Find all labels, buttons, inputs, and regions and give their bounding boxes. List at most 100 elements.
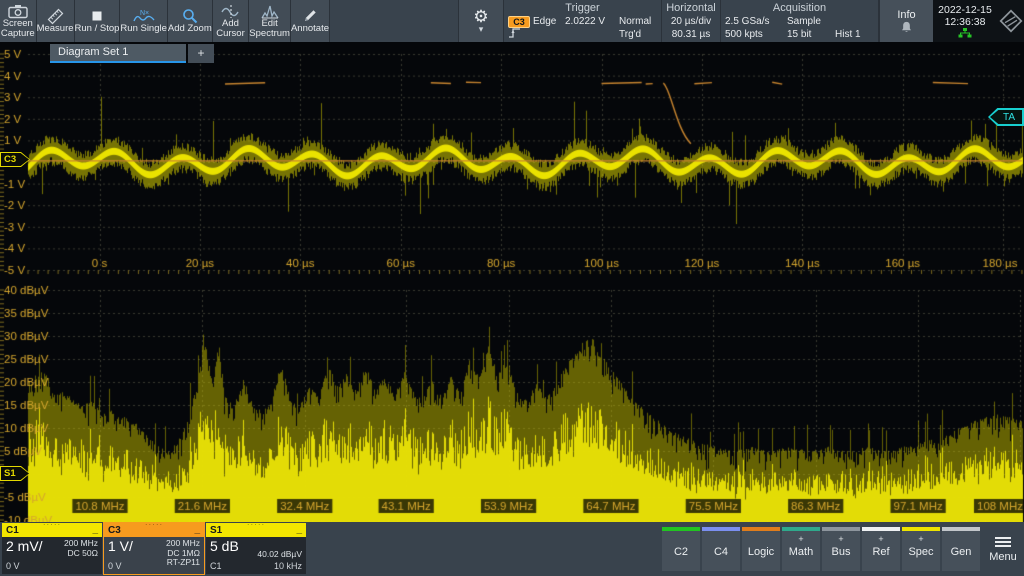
channel-color-strip: [902, 527, 940, 531]
time-text: 12:36:38: [945, 16, 986, 28]
toolbar-button-label: Add Zoom: [168, 24, 212, 34]
acquisition-rate: 2.5 GSa/s: [725, 16, 787, 27]
s1-rbw: 10 kHz: [274, 561, 302, 571]
trigger-title: Trigger: [508, 2, 657, 15]
trigger-position-marker[interactable]: TA: [988, 108, 1024, 126]
channel-button-label: Math: [789, 546, 813, 558]
drag-handle-dots: ·····: [2, 520, 102, 529]
ruler-icon: [47, 8, 64, 24]
plus-icon: +: [918, 534, 923, 544]
info-label: Info: [897, 9, 915, 21]
annotate-button[interactable]: Annotate: [291, 0, 330, 42]
channel-button-label: Spec: [908, 546, 933, 558]
header-bar: ScreenCaptureMeasureRun / StopN×Run Sing…: [0, 0, 1024, 42]
horizontal-panel[interactable]: Horizontal 20 µs/div 80.31 µs: [662, 0, 721, 42]
run-stop-button[interactable]: Run / Stop: [75, 0, 121, 42]
acquisition-title: Acquisition: [725, 2, 874, 15]
rising-edge-icon: [508, 27, 533, 42]
channel-color-strip: [742, 527, 780, 531]
add-math-button[interactable]: + Math: [782, 527, 820, 571]
channel-button-label: Ref: [872, 546, 889, 558]
channel-color-strip: [862, 527, 900, 531]
tab-diagram-set-1[interactable]: Diagram Set 1: [50, 44, 186, 63]
channel-button-label: C2: [674, 546, 688, 558]
add-gen-button[interactable]: Gen: [942, 527, 980, 571]
cursor-wave-icon: [221, 3, 241, 19]
magnifier-icon: [182, 8, 198, 24]
channel-color-strip: [782, 527, 820, 531]
trigger-level: 2.0222 V: [565, 16, 619, 27]
channel-buttons: C2C4Logic+Math+Bus+Ref+SpecGen: [662, 527, 980, 571]
channel-c3-marker[interactable]: C3: [0, 152, 30, 167]
add-spec-button[interactable]: + Spec: [902, 527, 940, 571]
time-domain-plot[interactable]: [0, 42, 1024, 281]
pencil-icon: [302, 8, 318, 24]
channel-box-c3[interactable]: ····· C3 _ 1 V/ 200 MHz DC 1MΩ RT-ZP11 0…: [104, 523, 204, 574]
date-text: 2022-12-15: [938, 4, 992, 16]
screen-capture-button[interactable]: ScreenCapture: [0, 0, 37, 42]
add-c2-button[interactable]: C2: [662, 527, 700, 571]
camera-icon: [8, 3, 28, 19]
info-button[interactable]: Info: [879, 0, 933, 42]
channel-button-label: Gen: [951, 546, 972, 558]
settings-button[interactable]: ⚙ ▾: [458, 0, 504, 42]
measure-button[interactable]: Measure: [37, 0, 75, 42]
acquisition-history: Hist 1: [835, 29, 874, 40]
add-logic-button[interactable]: Logic: [742, 527, 780, 571]
spectrum-box-s1[interactable]: ····· S1 _ 5 dB 40.02 dBµV C1 10 kHz: [206, 523, 306, 574]
toolbar-button-label: Annotate: [291, 24, 329, 34]
oscilloscope-screen: ScreenCaptureMeasureRun / StopN×Run Sing…: [0, 0, 1024, 576]
acquisition-bits: 15 bit: [787, 29, 835, 40]
add-bus-button[interactable]: +Bus: [822, 527, 860, 571]
stop-icon: [90, 8, 104, 24]
s1-source: C1: [210, 561, 222, 571]
trigger-type: Edge: [533, 16, 565, 27]
acquisition-points: 500 kpts: [725, 29, 787, 40]
toolbar-button-label: Measure: [37, 24, 74, 34]
clock: 2022-12-15 12:36:38: [933, 0, 997, 42]
drag-handle-dots: ·····: [206, 520, 306, 529]
plus-icon: +: [878, 534, 883, 544]
channel-color-strip: [942, 527, 980, 531]
plus-icon: +: [798, 534, 803, 544]
acquisition-panel[interactable]: Acquisition 2.5 GSa/s Sample 500 kpts 15…: [721, 0, 879, 42]
horizontal-scale: 20 µs/div: [666, 15, 716, 28]
acquisition-mode: Sample: [787, 16, 835, 27]
add-cursor-button[interactable]: AddCursor: [213, 0, 250, 42]
trigger-state: Trg'd: [619, 29, 657, 40]
add-ref-button[interactable]: + Ref: [862, 527, 900, 571]
c3-offset: 0 V: [108, 561, 122, 571]
toolbar-button-label: Run Single: [120, 24, 166, 34]
s1-reference-level: 40.02 dBµV: [257, 550, 302, 560]
c1-offset: 0 V: [6, 561, 20, 571]
spectrum-plot[interactable]: [0, 281, 1024, 522]
channel-button-label: Logic: [748, 546, 774, 558]
chevron-down-icon: ▾: [479, 25, 484, 34]
add-c4-button[interactable]: C4: [702, 527, 740, 571]
edit-spectrum-button[interactable]: EditSpectrum: [249, 0, 291, 42]
gear-icon: ⚙: [473, 8, 488, 25]
horizontal-title: Horizontal: [666, 2, 716, 15]
menu-button[interactable]: Menu: [982, 527, 1024, 571]
channel-color-strip: [662, 527, 700, 531]
channel-button-label: C4: [714, 546, 728, 558]
run-single-button[interactable]: N×Run Single: [120, 0, 167, 42]
rs-logo: [997, 0, 1024, 42]
add-tab-button[interactable]: +: [188, 44, 214, 63]
toolbar-button-label: AddCursor: [216, 19, 245, 39]
network-status-icon: [958, 28, 972, 38]
plus-icon: +: [838, 534, 843, 544]
header-spacer: [330, 0, 458, 42]
bell-icon: [900, 21, 913, 34]
channel-color-strip: [822, 527, 860, 531]
channel-box-c1[interactable]: ····· C1 _ 2 mV/ 200 MHz DC 50Ω 0 V: [2, 523, 102, 574]
spectrum-s1-marker[interactable]: S1: [0, 466, 30, 481]
channel-color-strip: [702, 527, 740, 531]
toolbar: ScreenCaptureMeasureRun / StopN×Run Sing…: [0, 0, 330, 42]
trigger-panel[interactable]: Trigger C3 Edge 2.0222 V Normal Trg'd: [504, 0, 662, 42]
diagram-tabbar: Diagram Set 1 +: [50, 44, 214, 63]
add-zoom-button[interactable]: Add Zoom: [168, 0, 213, 42]
toolbar-button-label: ScreenCapture: [1, 19, 35, 39]
horizontal-position: 80.31 µs: [666, 28, 716, 41]
trigger-source-badge[interactable]: C3: [508, 16, 530, 28]
